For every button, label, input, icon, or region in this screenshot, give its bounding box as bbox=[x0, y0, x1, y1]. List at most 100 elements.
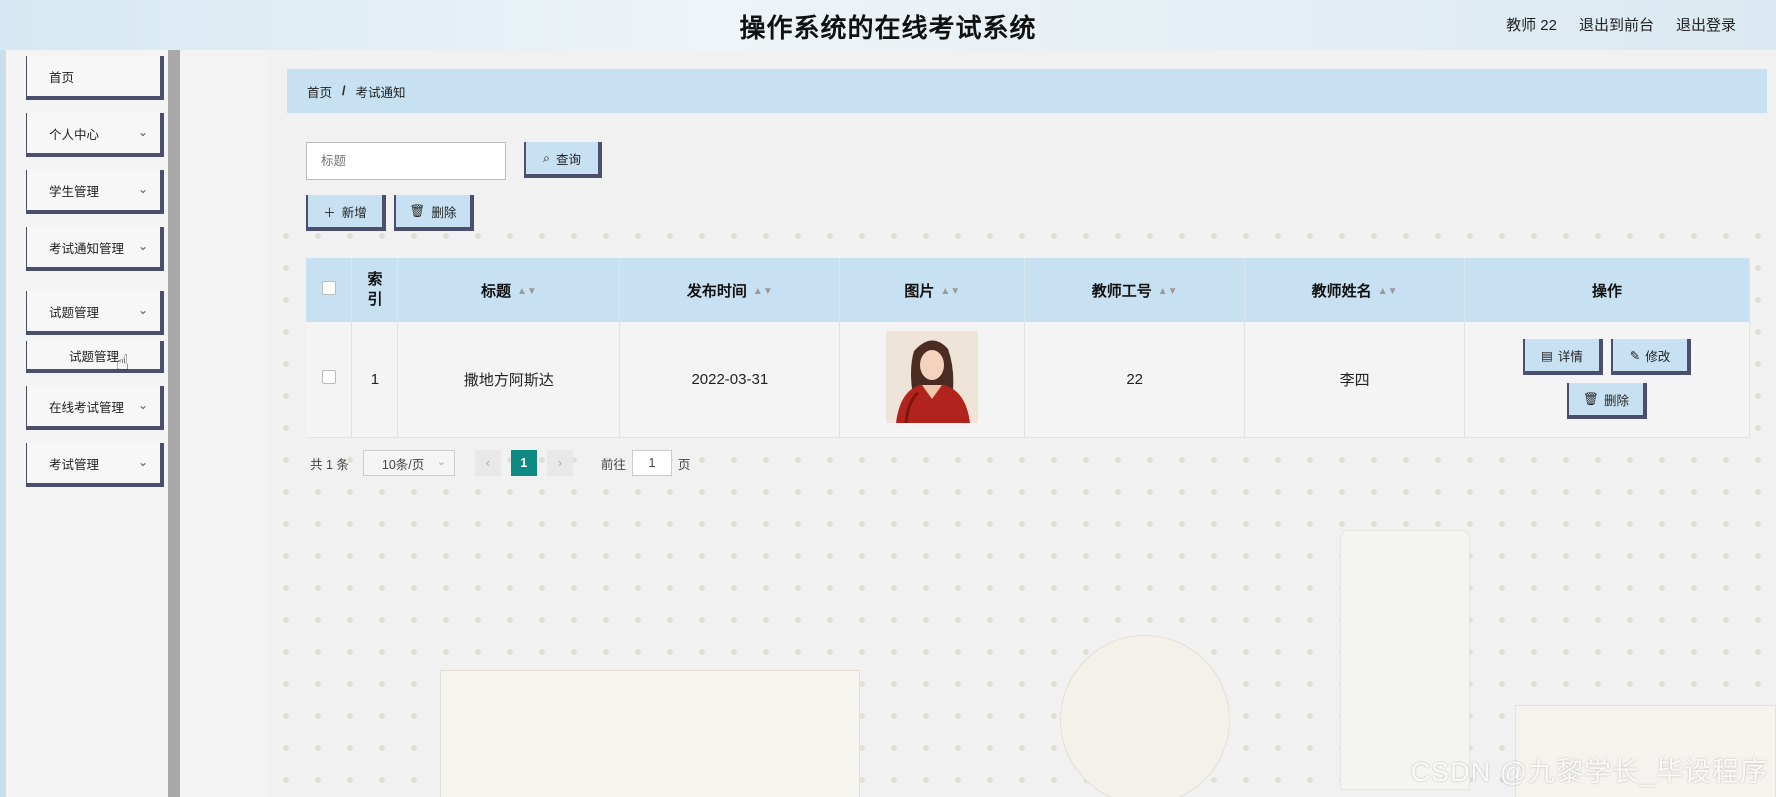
sort-icon[interactable]: ▲▼ bbox=[753, 286, 773, 297]
chevron-down-icon: ⌄ bbox=[137, 182, 148, 196]
add-button-label: 新增 bbox=[341, 205, 367, 220]
search-title-input[interactable] bbox=[306, 142, 506, 180]
logout-link[interactable]: 退出登录 bbox=[1676, 14, 1736, 35]
prev-page-button[interactable]: ‹ bbox=[474, 450, 501, 476]
notice-table: 索引 标题 ▲▼ 发布时间 ▲▼ 图片 ▲▼ 教师工号 ▲▼ 教师姓名 ▲▼ 操作 1 撒… bbox=[306, 258, 1750, 438]
header-actions: 教师 22 退出到前台 退出登录 bbox=[1506, 14, 1736, 35]
sidebar-subitem-label: 试题管理 bbox=[69, 349, 120, 364]
page-number-current[interactable]: 1 bbox=[510, 450, 537, 476]
cell-title: 撒地方阿斯达 bbox=[397, 322, 621, 438]
background-decoration bbox=[440, 670, 860, 797]
cell-publish-time: 2022-03-31 bbox=[619, 322, 841, 438]
column-header-teacher-id[interactable]: 教师工号 ▲▼ bbox=[1024, 258, 1246, 322]
row-checkbox[interactable] bbox=[321, 370, 336, 385]
breadcrumb-current: 考试通知 bbox=[355, 85, 406, 100]
search-button-label: 查询 bbox=[556, 152, 582, 167]
search-icon: ⌕ bbox=[542, 150, 550, 165]
sort-icon[interactable]: ▲▼ bbox=[940, 286, 960, 297]
row-delete-button-label: 删除 bbox=[1603, 393, 1629, 408]
chevron-down-icon: ⌄ bbox=[137, 239, 148, 253]
sidebar-item-label: 试题管理 bbox=[49, 305, 100, 320]
edit-button[interactable]: ✎ 修改 bbox=[1611, 339, 1692, 376]
cell-ops: ▤ 详情 ✎ 修改 🗑 删除 bbox=[1464, 322, 1750, 438]
sidebar-item-label: 学生管理 bbox=[49, 184, 100, 199]
sidebar-item-label: 在线考试管理 bbox=[49, 400, 125, 415]
pagination: 共 1 条 10条/页 ⌄ ‹ 1 › 前往 1 页 bbox=[310, 450, 690, 476]
select-all-cell[interactable] bbox=[306, 258, 353, 322]
sidebar-item-profile[interactable]: 个人中心 ⌄ bbox=[26, 113, 164, 157]
trash-icon: 🗑 bbox=[409, 203, 426, 218]
hand-cursor-icon: ☝ bbox=[116, 350, 130, 375]
search-button[interactable]: ⌕ 查询 bbox=[524, 142, 602, 178]
column-header-label: 标题 bbox=[481, 282, 512, 300]
detail-button[interactable]: ▤ 详情 bbox=[1523, 339, 1604, 376]
page-suffix: 页 bbox=[677, 457, 691, 472]
chevron-down-icon: ⌄ bbox=[436, 456, 446, 468]
sort-icon[interactable]: ▲▼ bbox=[1158, 286, 1178, 297]
table-header-row: 索引 标题 ▲▼ 发布时间 ▲▼ 图片 ▲▼ 教师工号 ▲▼ 教师姓名 ▲▼ 操作 bbox=[306, 258, 1750, 322]
pencil-icon: ✎ bbox=[1629, 348, 1641, 363]
portrait-image[interactable] bbox=[886, 331, 979, 424]
detail-button-label: 详情 bbox=[1557, 349, 1583, 364]
document-icon: ▤ bbox=[1541, 348, 1553, 363]
edit-button-label: 修改 bbox=[1645, 349, 1671, 364]
sidebar-item-questions[interactable]: 试题管理 ⌄ bbox=[26, 291, 164, 335]
top-header: 操作系统的在线考试系统 教师 22 退出到前台 退出登录 bbox=[0, 0, 1776, 50]
page-size-select[interactable]: 10条/页 ⌄ bbox=[362, 450, 455, 476]
column-header-title[interactable]: 标题 ▲▼ bbox=[397, 258, 621, 322]
breadcrumb-separator: / bbox=[342, 84, 346, 98]
table-row: 1 撒地方阿斯达 2022-03-31 22 李四 ▤ 详情 ✎ 修改 🗑 删除 bbox=[306, 322, 1750, 438]
trash-icon: 🗑 bbox=[1583, 391, 1599, 406]
sidebar-item-label: 考试管理 bbox=[49, 457, 100, 472]
sort-icon[interactable]: ▲▼ bbox=[517, 286, 537, 297]
batch-delete-button[interactable]: 🗑 删除 bbox=[394, 195, 474, 231]
breadcrumb-home[interactable]: 首页 bbox=[307, 82, 332, 101]
watermark: CSDN @九黎学长_毕设程序 bbox=[1410, 757, 1768, 787]
sidebar-item-students[interactable]: 学生管理 ⌄ bbox=[26, 170, 164, 214]
sidebar-item-label: 首页 bbox=[49, 70, 75, 85]
page-size-value: 10条/页 bbox=[381, 457, 425, 472]
goto-label: 前往 bbox=[600, 457, 626, 472]
pagination-total: 共 1 条 bbox=[310, 457, 349, 472]
sidebar-item-exam-notice[interactable]: 考试通知管理 ⌄ bbox=[26, 227, 164, 271]
column-header-image[interactable]: 图片 ▲▼ bbox=[839, 258, 1026, 322]
chevron-down-icon: ⌄ bbox=[137, 125, 148, 139]
row-delete-button[interactable]: 🗑 删除 bbox=[1567, 383, 1648, 420]
cell-image bbox=[839, 322, 1026, 438]
select-all-checkbox[interactable] bbox=[321, 281, 336, 295]
column-header-label: 发布时间 bbox=[686, 282, 747, 300]
chevron-down-icon: ⌄ bbox=[137, 455, 148, 469]
sidebar-item-label: 考试通知管理 bbox=[49, 241, 125, 256]
column-header-label: 操作 bbox=[1592, 282, 1623, 300]
column-header-index: 索引 bbox=[351, 258, 399, 322]
exit-front-link[interactable]: 退出到前台 bbox=[1579, 14, 1654, 35]
current-user[interactable]: 教师 22 bbox=[1506, 14, 1557, 35]
sidebar-item-exams[interactable]: 考试管理 ⌄ bbox=[26, 443, 164, 487]
plus-icon: ＋ bbox=[323, 205, 336, 220]
sidebar-item-online-exam[interactable]: 在线考试管理 ⌄ bbox=[26, 386, 164, 430]
column-header-label: 索引 bbox=[367, 271, 383, 308]
column-header-label: 图片 bbox=[904, 282, 935, 300]
goto-page-input[interactable]: 1 bbox=[631, 450, 672, 476]
sidebar-item-label: 个人中心 bbox=[49, 127, 100, 142]
sidebar: 首页 个人中心 ⌄ 学生管理 ⌄ 考试通知管理 ⌄ 试题管理 ⌄ 试题管理 在线… bbox=[0, 50, 180, 797]
row-select-cell[interactable] bbox=[306, 322, 353, 438]
column-header-publish-time[interactable]: 发布时间 ▲▼ bbox=[619, 258, 841, 322]
chevron-down-icon: ⌄ bbox=[137, 398, 148, 412]
add-button[interactable]: ＋ 新增 bbox=[306, 195, 386, 231]
background-decoration bbox=[1060, 635, 1230, 797]
column-header-label: 教师工号 bbox=[1091, 282, 1152, 300]
sidebar-item-home[interactable]: 首页 bbox=[26, 56, 164, 100]
cell-teacher-id: 22 bbox=[1024, 322, 1246, 438]
breadcrumb: 首页 / 考试通知 bbox=[287, 69, 1767, 113]
main-content: 首页 / 考试通知 ⌕ 查询 ＋ 新增 🗑 删除 索引 标题 ▲▼ 发布时间 ▲▼ … bbox=[270, 50, 1776, 797]
next-page-button[interactable]: › bbox=[546, 450, 573, 476]
cell-index: 1 bbox=[351, 322, 399, 438]
delete-button-label: 删除 bbox=[431, 205, 457, 220]
chevron-down-icon: ⌄ bbox=[137, 303, 148, 317]
sidebar-subitem-questions[interactable]: 试题管理 bbox=[26, 341, 164, 373]
column-header-teacher-name[interactable]: 教师姓名 ▲▼ bbox=[1244, 258, 1466, 322]
column-header-ops: 操作 bbox=[1464, 258, 1750, 322]
sort-icon[interactable]: ▲▼ bbox=[1378, 286, 1398, 297]
portrait-illustration bbox=[886, 331, 979, 424]
